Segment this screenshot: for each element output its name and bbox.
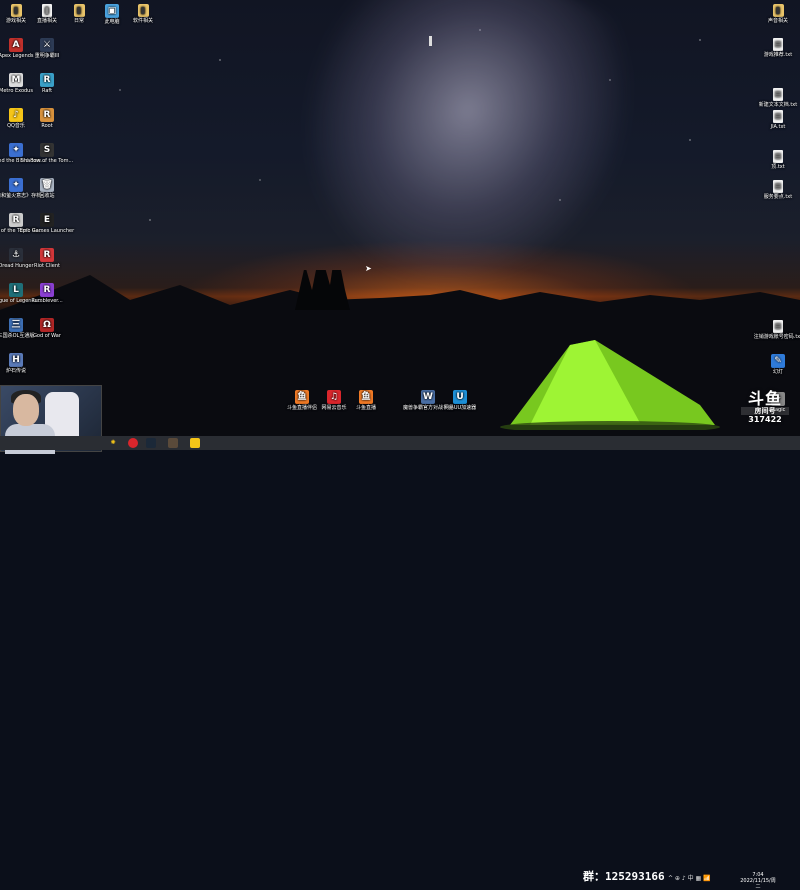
- desktop-icon[interactable]: E Epic Games Launcher: [17, 213, 77, 235]
- app-icon: E: [40, 213, 54, 227]
- desktop-icon[interactable]: U 网易UU加速器: [430, 390, 490, 412]
- desktop-icon[interactable]: 🗑 回收站: [17, 178, 77, 200]
- desktop-icon-label: God of War: [33, 333, 61, 339]
- mouse-cursor-icon: ➤: [365, 264, 372, 273]
- desktop-icon-label: Rumblever...: [31, 298, 63, 304]
- app-icon: S: [40, 143, 54, 157]
- app-icon: U: [453, 390, 467, 404]
- selected-file-label: [427, 46, 433, 52]
- app-icon: R: [40, 283, 54, 297]
- desktop-icon-label: Raft: [41, 88, 53, 94]
- desktop-icon[interactable]: ≡ 服务要点.txt: [748, 180, 800, 201]
- douyu-logo: 斗鱼: [747, 389, 782, 408]
- netease-music-taskbar-icon[interactable]: [128, 438, 138, 448]
- clock-date: 2022/11/15/周二: [740, 878, 776, 890]
- taskbar-clock[interactable]: 7:04 2022/11/15/周二: [738, 872, 778, 890]
- desktop-icon-label: Root: [41, 123, 53, 129]
- room-label: 房间号: [741, 407, 789, 415]
- desktop-icon-label: 炉石传说: [5, 368, 26, 374]
- system-tray[interactable]: ^ ⊕ ♪ 中 ▦ 📶: [668, 873, 711, 885]
- desktop-icon-label: 顶.txt: [771, 164, 785, 170]
- desktop-wallpaper: ➤ ▮ 游戏相关 ▮ 直播相关 ▮ 日常 ▣ 此电脑 ▮ 软件相关 A Apex Legends ⚔ 重明…: [0, 0, 800, 436]
- desktop-icon-label: 回收站: [39, 193, 55, 199]
- desktop-icon[interactable]: ⚔ 重明争霸III: [17, 38, 77, 60]
- desktop-icon-label: JIA.txt: [770, 124, 786, 130]
- desktop-icon-label: Epic Games Launcher: [19, 228, 75, 234]
- desktop-icon-label: Shadow of the Tom...: [20, 158, 74, 164]
- app-icon: R: [40, 73, 54, 87]
- desktop-icon-label: 幻灯: [772, 369, 783, 375]
- app-icon: ✎: [771, 354, 785, 368]
- desktop-icon[interactable]: ≡ 新建文本文档.txt: [748, 88, 800, 109]
- glowing-tent: [500, 340, 720, 430]
- desktop-icon-label: 声音相关: [767, 18, 788, 24]
- desktop-icon[interactable]: ▮ 声音相关: [748, 4, 800, 25]
- desktop-icon[interactable]: ≡ 注销游戏账号密码.txt: [748, 320, 800, 341]
- desktop-icon-label: 斗鱼直播: [355, 405, 376, 411]
- active-app-taskbar-icon[interactable]: [168, 438, 178, 448]
- desktop-icon[interactable]: ≡ 游戏推荐.txt: [748, 38, 800, 59]
- desktop-icon-label: Riot Client: [34, 263, 60, 269]
- desktop-icon-label: 重明争霸III: [34, 53, 60, 59]
- start-icon[interactable]: ✺: [108, 438, 118, 448]
- app-icon: R: [40, 248, 54, 262]
- desktop-icon[interactable]: S Shadow of the Tom...: [17, 143, 77, 165]
- desktop-icon[interactable]: ≡ 顶.txt: [748, 150, 800, 171]
- app-icon: ≡: [773, 110, 783, 123]
- file-explorer-taskbar-icon[interactable]: [190, 438, 200, 448]
- desktop-icon[interactable]: R Rumblever...: [17, 283, 77, 305]
- desktop-icon[interactable]: H 炉石传说: [0, 353, 46, 375]
- desktop-icon[interactable]: ▮ 软件相关: [113, 4, 173, 25]
- app-icon: H: [9, 353, 23, 367]
- app-icon: Ω: [40, 318, 54, 332]
- app-icon: ▮: [772, 4, 784, 17]
- desktop-icon[interactable]: R Root: [17, 108, 77, 130]
- app-icon: ▮: [137, 4, 149, 17]
- desktop-icon-label: 服务要点.txt: [763, 194, 793, 200]
- desktop-icon[interactable]: Ω God of War: [17, 318, 77, 340]
- app-icon: ≡: [773, 180, 783, 193]
- desktop-icon[interactable]: 鱼斗鱼直播: [336, 390, 396, 412]
- app-icon: ≡: [773, 150, 783, 163]
- steam-taskbar-icon[interactable]: [146, 438, 156, 448]
- desktop-icon-label: 游戏推荐.txt: [763, 52, 793, 58]
- room-number: 317422: [748, 415, 782, 424]
- desktop-icon-label: 软件相关: [132, 18, 153, 24]
- desktop-icon-label: 网易UU加速器: [443, 405, 477, 411]
- streamer-face: [13, 394, 39, 426]
- app-icon: 鱼: [359, 390, 373, 404]
- fan-group-number: 群：125293166: [583, 870, 665, 883]
- app-icon: ≡: [773, 320, 783, 333]
- desktop-icon[interactable]: R Riot Client: [17, 248, 77, 270]
- desktop-icon-label: 注销游戏账号密码.txt: [753, 334, 800, 340]
- desktop-icon[interactable]: ≡ JIA.txt: [748, 110, 800, 131]
- desktop-icon-label: 新建文本文档.txt: [758, 102, 798, 108]
- app-icon: ≡: [773, 38, 783, 51]
- taskbar: ✺ 群：125293166 ^ ⊕ ♪ 中 ▦ 📶 7:04 2022/11/1…: [0, 436, 800, 890]
- app-icon: ⚔: [40, 38, 54, 52]
- selected-desktop-file[interactable]: [412, 36, 448, 52]
- file-icon: [428, 36, 432, 46]
- desktop-icon[interactable]: ✎ 幻灯: [748, 354, 800, 376]
- app-icon: 🗑: [40, 178, 54, 192]
- desktop-icon[interactable]: R Raft: [17, 73, 77, 95]
- douyu-watermark: 斗鱼 房间号 317422: [741, 390, 789, 425]
- app-icon: R: [40, 108, 54, 122]
- app-icon: ≡: [773, 88, 783, 101]
